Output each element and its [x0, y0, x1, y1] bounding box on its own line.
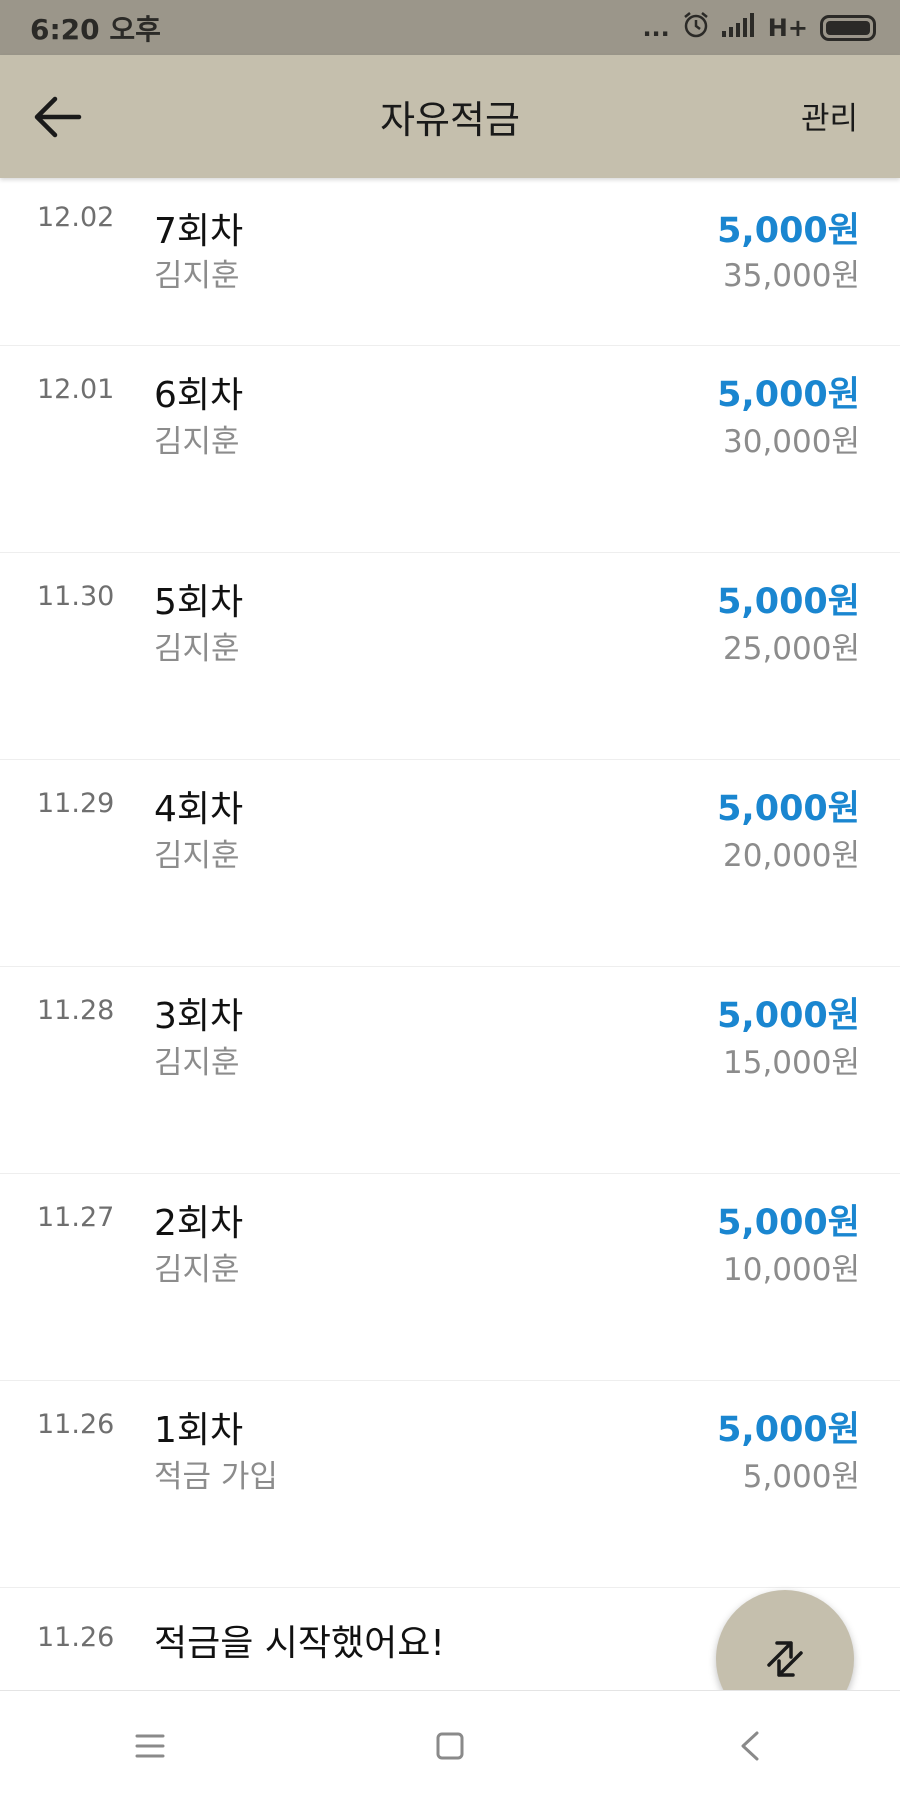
item-total: 20,000원: [723, 838, 860, 874]
item-date: 11.27: [37, 1202, 115, 1233]
list-item[interactable]: 11.29 4회차 김지훈 5,000원 20,000원: [0, 760, 900, 967]
status-bar: 6:20 오후 ... H+: [0, 0, 900, 55]
list-item[interactable]: 12.01 6회차 김지훈 5,000원 30,000원: [0, 346, 900, 553]
item-date: 12.01: [37, 374, 115, 405]
swap-arrows-icon: [767, 1641, 803, 1677]
nav-home-button[interactable]: [410, 1706, 490, 1786]
chevron-left-icon: [741, 1731, 759, 1760]
item-date: 11.29: [37, 788, 115, 819]
list-item[interactable]: 11.30 5회차 김지훈 5,000원 25,000원: [0, 553, 900, 760]
item-title: 3회차: [154, 996, 244, 1037]
item-title: 1회차: [154, 1410, 244, 1451]
item-subtitle: 김지훈: [154, 424, 240, 460]
status-icons: ... H+: [642, 11, 876, 45]
item-total: 5,000원: [742, 1459, 860, 1495]
network-type: H+: [767, 13, 808, 42]
item-date: 11.28: [37, 995, 115, 1026]
item-subtitle: 적금 가입: [154, 1459, 278, 1495]
start-event-date: 11.26: [37, 1622, 115, 1653]
item-date: 11.26: [37, 1409, 115, 1440]
app-bar: 자유적금 관리: [0, 55, 900, 178]
list-item[interactable]: 12.02 7회차 김지훈 5,000원 35,000원: [0, 178, 900, 346]
transaction-list[interactable]: 12.02 7회차 김지훈 5,000원 35,000원 12.01 6회차 김…: [0, 178, 900, 1690]
manage-button[interactable]: 관리: [801, 93, 858, 138]
item-title: 2회차: [154, 1203, 244, 1244]
item-amount: 5,000원: [717, 789, 860, 829]
item-total: 25,000원: [723, 631, 860, 667]
item-title: 4회차: [154, 789, 244, 830]
item-amount: 5,000원: [717, 1203, 860, 1243]
item-subtitle: 김지훈: [154, 258, 240, 294]
nav-back-button[interactable]: [710, 1706, 790, 1786]
start-event-title: 적금을 시작했어요!: [154, 1623, 445, 1664]
item-total: 10,000원: [723, 1252, 860, 1288]
page-title: 자유적금: [380, 98, 520, 142]
back-button[interactable]: [22, 81, 94, 153]
item-subtitle: 김지훈: [154, 1252, 240, 1288]
more-dots-icon: ...: [642, 13, 670, 42]
alarm-icon: [682, 11, 710, 45]
item-amount: 5,000원: [717, 375, 860, 415]
signal-icon: [721, 12, 756, 43]
arrow-left-icon: [34, 96, 82, 138]
list-item[interactable]: 11.26 1회차 적금 가입 5,000원 5,000원: [0, 1381, 900, 1588]
item-subtitle: 김지훈: [154, 838, 240, 874]
nav-menu-button[interactable]: [110, 1706, 190, 1786]
battery-icon: [820, 14, 876, 41]
item-amount: 5,000원: [717, 582, 860, 622]
menu-icon: [135, 1734, 165, 1757]
item-subtitle: 김지훈: [154, 631, 240, 667]
status-time: 6:20 오후: [30, 12, 161, 46]
item-title: 5회차: [154, 582, 244, 623]
item-title: 6회차: [154, 375, 244, 416]
list-item[interactable]: 11.28 3회차 김지훈 5,000원 15,000원: [0, 967, 900, 1174]
system-nav-bar: [0, 1690, 900, 1800]
square-home-icon: [436, 1732, 464, 1759]
item-amount: 5,000원: [717, 211, 860, 251]
item-total: 15,000원: [723, 1045, 860, 1081]
item-subtitle: 김지훈: [154, 1045, 240, 1081]
item-total: 30,000원: [723, 424, 860, 460]
item-amount: 5,000원: [717, 996, 860, 1036]
item-date: 11.30: [37, 581, 115, 612]
item-title: 7회차: [154, 211, 244, 252]
list-item[interactable]: 11.27 2회차 김지훈 5,000원 10,000원: [0, 1174, 900, 1381]
item-amount: 5,000원: [717, 1410, 860, 1450]
item-total: 35,000원: [723, 258, 860, 294]
item-date: 12.02: [37, 202, 115, 233]
